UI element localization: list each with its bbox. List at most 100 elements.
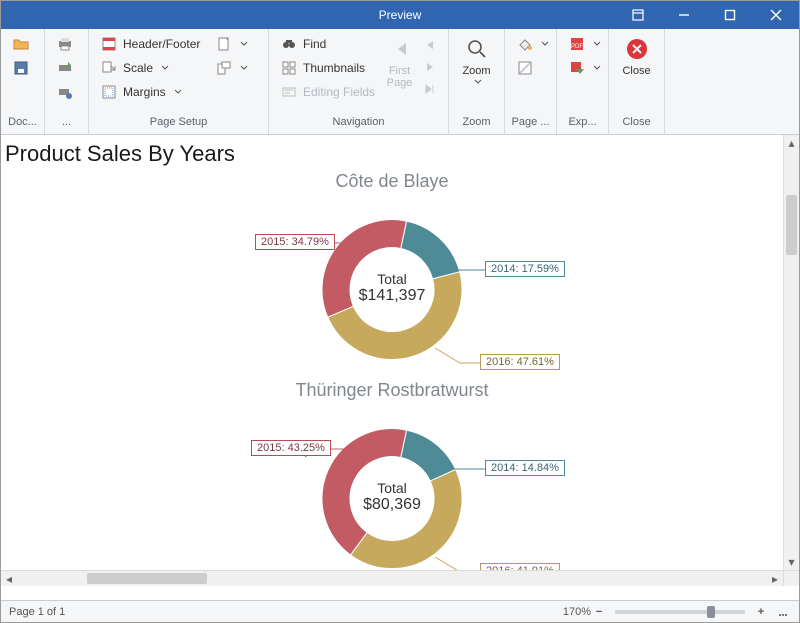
export-pdf-button[interactable]: PDF: [563, 33, 607, 55]
thumbnails-button[interactable]: Thumbnails: [275, 57, 381, 79]
titlebar: Preview: [1, 1, 799, 29]
print-button[interactable]: [51, 33, 79, 55]
chart-1-label-2014: 2014: 17.59%: [485, 261, 565, 277]
minimize-button[interactable]: [661, 1, 707, 29]
zoom-button[interactable]: Zoom: [455, 33, 498, 105]
scale-button[interactable]: Scale: [95, 57, 206, 79]
chevron-down-icon: [541, 37, 549, 51]
scale-icon: [101, 60, 117, 76]
scale-label: Scale: [123, 61, 153, 75]
chevron-down-icon: [174, 85, 182, 99]
margins-button[interactable]: Margins: [95, 81, 206, 103]
send-pdf-button[interactable]: [563, 57, 607, 79]
group-label-pagebg: Page ...: [505, 116, 556, 134]
printer-quick-icon: [57, 60, 73, 76]
chevron-down-icon: [474, 77, 482, 89]
print-options-button[interactable]: [51, 81, 79, 103]
chart-1-label-2016: 2016: 47.61%: [480, 354, 560, 370]
zoom-slider-knob[interactable]: [707, 606, 715, 618]
group-label-pagesetup: Page Setup: [89, 116, 268, 134]
chevron-down-icon: [240, 61, 248, 75]
page-size-icon: [216, 36, 232, 52]
page-indicator: Page 1 of 1: [9, 606, 65, 618]
close-circle-icon: [625, 37, 649, 61]
group-label-close: Close: [609, 116, 664, 134]
editing-fields-label: Editing Fields: [303, 85, 375, 99]
printer-icon: [57, 36, 73, 52]
watermark-icon: [517, 60, 533, 76]
triangle-left-icon: [422, 37, 438, 53]
zoom-in-button[interactable]: +: [753, 604, 769, 620]
group-label-navigation: Navigation: [269, 116, 448, 134]
find-label: Find: [303, 37, 326, 51]
editing-fields-icon: [281, 84, 297, 100]
header-footer-icon: [101, 36, 117, 52]
chart-2-label-2016: 2016: 41.91%: [480, 563, 560, 570]
status-bar: Page 1 of 1 170% − +: [1, 600, 799, 622]
zoom-percent: 170%: [563, 606, 591, 618]
save-icon: [13, 60, 29, 76]
hscroll-thumb[interactable]: [87, 573, 207, 584]
printer-gear-icon: [57, 84, 73, 100]
report-canvas[interactable]: Product Sales By Years Côte de Blaye Tot…: [1, 135, 783, 570]
paint-bucket-icon: [517, 36, 533, 52]
chevron-down-icon: [593, 37, 601, 51]
maximize-button[interactable]: [707, 1, 753, 29]
header-footer-label: Header/Footer: [123, 37, 200, 51]
header-footer-button[interactable]: Header/Footer: [95, 33, 206, 55]
horizontal-scrollbar[interactable]: ◂ ▸: [1, 570, 783, 586]
open-button[interactable]: [7, 33, 35, 55]
chart-2-title: Thüringer Rostbratwurst: [5, 380, 779, 401]
ribbon: Doc... ... Header/Footer Scale: [1, 29, 799, 135]
chart-2: Thüringer Rostbratwurst Total $80,369 20…: [5, 380, 779, 570]
orientation-icon: [216, 60, 232, 76]
quick-print-button[interactable]: [51, 57, 79, 79]
window-other-button[interactable]: [615, 1, 661, 29]
first-page-button: FirstPage: [385, 33, 414, 105]
thumbnails-icon: [281, 60, 297, 76]
margins-label: Margins: [123, 85, 166, 99]
margins-icon: [101, 84, 117, 100]
first-page-icon: [388, 37, 412, 61]
size-button[interactable]: [210, 33, 254, 55]
scroll-left-icon[interactable]: ◂: [1, 571, 17, 586]
chevron-down-icon: [593, 61, 601, 75]
scroll-down-icon[interactable]: ▾: [784, 554, 799, 570]
find-button[interactable]: Find: [275, 33, 381, 55]
group-label-print: ...: [45, 116, 88, 134]
pdf-mail-icon: [569, 60, 585, 76]
vscroll-thumb[interactable]: [786, 195, 797, 255]
group-label-document: Doc...: [1, 116, 44, 134]
watermark-button[interactable]: [511, 57, 555, 79]
prev-page-button: [418, 35, 442, 55]
save-button[interactable]: [7, 57, 35, 79]
group-label-export: Exp...: [557, 116, 608, 134]
scroll-up-icon[interactable]: ▴: [784, 135, 799, 151]
report-title: Product Sales By Years: [5, 141, 779, 167]
zoom-out-button[interactable]: −: [591, 604, 607, 620]
chart-1-title: Côte de Blaye: [5, 171, 779, 192]
zoom-slider[interactable]: [615, 610, 745, 614]
page-color-button[interactable]: [511, 33, 555, 55]
scroll-right-icon[interactable]: ▸: [767, 571, 783, 586]
thumbnails-label: Thumbnails: [303, 61, 365, 75]
close-window-button[interactable]: [753, 1, 799, 29]
chart-1-label-2015: 2015: 34.79%: [255, 234, 335, 250]
group-label-zoom: Zoom: [449, 116, 504, 134]
svg-text:PDF: PDF: [571, 44, 583, 50]
scroll-corner: [783, 570, 799, 586]
close-preview-button[interactable]: Close: [615, 33, 658, 105]
binoculars-icon: [281, 36, 297, 52]
vertical-scrollbar[interactable]: ▴ ▾: [783, 135, 799, 570]
chart-2-label-2015: 2015: 43.25%: [251, 440, 331, 456]
last-page-icon: [422, 81, 438, 97]
orientation-button[interactable]: [210, 57, 254, 79]
magnifier-icon: [465, 37, 489, 61]
zoom-dialog-button[interactable]: [775, 604, 791, 620]
chart-1: Côte de Blaye Total $141,397 2015: 34.79…: [5, 171, 779, 378]
triangle-right-icon: [422, 59, 438, 75]
editing-fields-button: Editing Fields: [275, 81, 381, 103]
folder-open-icon: [13, 36, 29, 52]
chevron-down-icon: [161, 61, 169, 75]
window-title: Preview: [379, 8, 422, 22]
